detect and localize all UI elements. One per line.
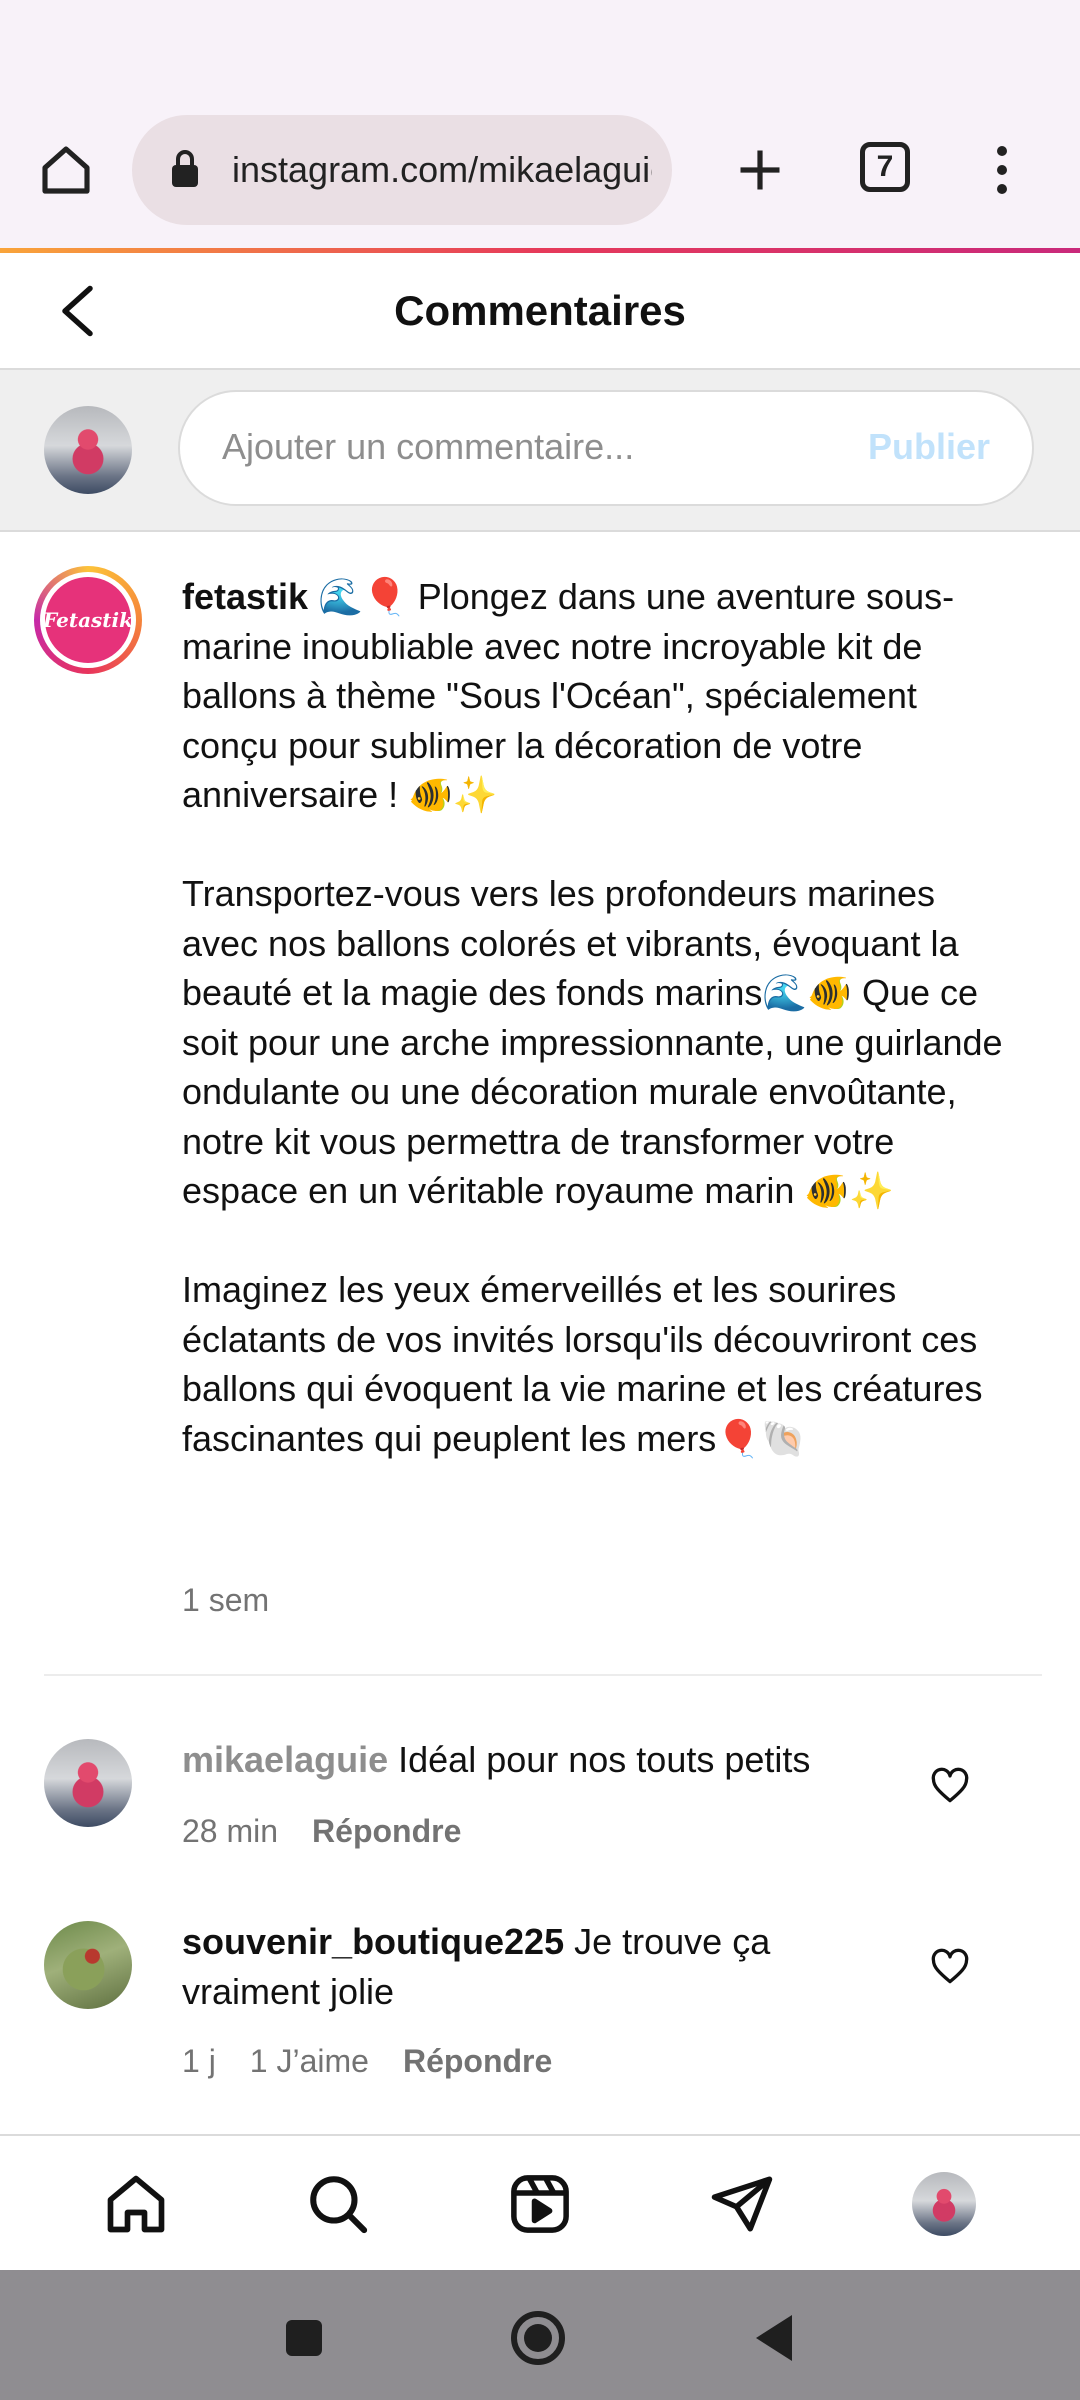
fetastik-logo: Fetastik (43, 577, 133, 663)
browser-menu-button[interactable] (980, 130, 1024, 210)
recents-button[interactable] (274, 2308, 334, 2368)
publish-button[interactable]: Publier (868, 422, 990, 472)
search-icon (310, 2176, 368, 2234)
comment-meta: 28 min Répondre (182, 1811, 461, 1851)
direct-icon (711, 2176, 773, 2232)
status-bar (0, 0, 1080, 100)
page-title: Commentaires (394, 287, 686, 334)
reply-button[interactable]: Répondre (312, 1811, 461, 1851)
back-triangle-icon (756, 2315, 792, 2361)
caption-text: fetastik 🌊🎈 Plongez dans une aventure so… (182, 572, 1012, 1463)
current-user-avatar (44, 406, 132, 494)
caption-timestamp: 1 sem (182, 1582, 270, 1618)
comment-username[interactable]: mikaelaguie (182, 1739, 388, 1780)
divider (44, 1674, 1042, 1676)
url-text: instagram.com/mikaelaguie (232, 149, 652, 190)
comment-body: mikaelaguie Idéal pour nos touts petits (182, 1735, 902, 1785)
comment-input[interactable]: Ajouter un commentaire... Publier (178, 390, 1034, 506)
recents-icon (286, 2320, 322, 2356)
reels-icon (511, 2175, 569, 2233)
home-icon (107, 2175, 165, 2233)
nav-profile[interactable] (906, 2166, 982, 2242)
tabs-button[interactable]: 7 (860, 142, 910, 192)
comment-input-placeholder: Ajouter un commentaire... (222, 426, 635, 467)
nav-direct[interactable] (704, 2166, 780, 2242)
caption-paragraph-2: Transportez-vous vers les profondeurs ma… (182, 873, 1003, 1211)
comment-body: souvenir_boutique225 Je trouve ça vraime… (182, 1917, 902, 2017)
system-back-button[interactable] (744, 2308, 804, 2368)
nav-search[interactable] (300, 2166, 376, 2242)
new-tab-button[interactable] (720, 130, 800, 210)
tab-count: 7 (876, 150, 894, 183)
address-bar[interactable]: instagram.com/mikaelaguie (132, 115, 672, 225)
bottom-navigation (0, 2134, 1080, 2272)
plus-icon (740, 150, 780, 190)
reply-button[interactable]: Répondre (403, 2041, 552, 2081)
caption-username[interactable]: fetastik (182, 576, 308, 617)
comment-age: 28 min (182, 1813, 279, 1849)
browser-toolbar: instagram.com/mikaelaguie 7 (0, 100, 1080, 248)
caption-paragraph-3: Imaginez les yeux émerveillés et les sou… (182, 1269, 983, 1459)
comment-age: 1 j (182, 2043, 216, 2079)
home-circle-icon (511, 2311, 565, 2365)
lock-icon (172, 150, 198, 187)
browser-home-button[interactable] (28, 138, 104, 202)
fetastik-avatar[interactable]: Fetastik (34, 566, 142, 674)
comment-text: Idéal pour nos touts petits (398, 1739, 811, 1780)
comment-composer: Ajouter un commentaire... Publier (0, 370, 1080, 532)
nav-reels[interactable] (502, 2166, 578, 2242)
system-navigation (0, 2270, 1080, 2400)
heart-icon[interactable] (928, 1764, 972, 1808)
nav-home[interactable] (98, 2166, 174, 2242)
comment-avatar[interactable] (44, 1739, 132, 1827)
comment-likes[interactable]: 1 J’aime (250, 2041, 369, 2081)
comments-header: Commentaires (0, 253, 1080, 370)
heart-icon[interactable] (928, 1945, 972, 1989)
profile-avatar (912, 2172, 976, 2236)
more-vert-icon (997, 146, 1007, 156)
comment-avatar[interactable] (44, 1921, 132, 2009)
comment-meta: 1 j 1 J’aime Répondre (182, 2041, 552, 2081)
home-icon (42, 146, 90, 194)
system-home-button[interactable] (508, 2308, 568, 2368)
comment-username[interactable]: souvenir_boutique225 (182, 1921, 564, 1962)
